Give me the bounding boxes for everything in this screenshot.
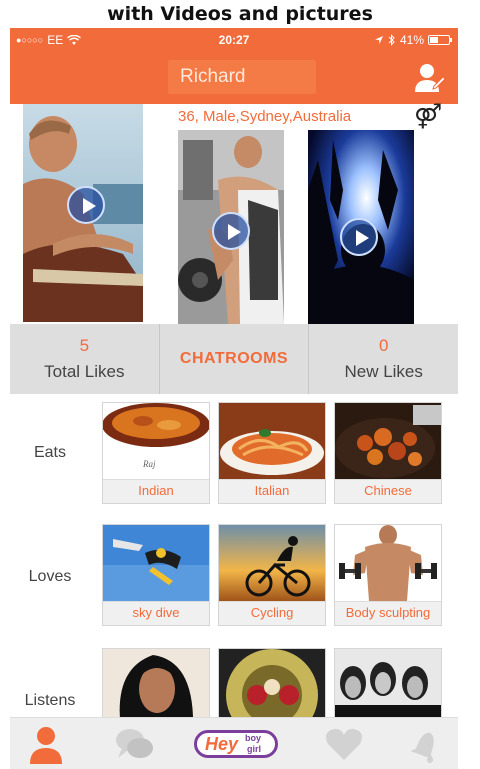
gender-icon: ⚤ <box>414 103 443 130</box>
loves-item-skydive[interactable]: sky dive <box>102 524 210 626</box>
listens-item-3[interactable] <box>334 648 442 728</box>
profile-tab-icon[interactable] <box>26 724 66 764</box>
logo-boy-text: boy <box>245 733 262 743</box>
play-icon[interactable] <box>340 218 378 256</box>
eats-item-label: Chinese <box>335 479 441 503</box>
eats-item-label: Italian <box>219 479 325 503</box>
italian-food-image <box>219 403 325 479</box>
eats-item-indian[interactable]: Raj Indian <box>102 402 210 504</box>
eats-item-italian[interactable]: Italian <box>218 402 326 504</box>
listens-label: Listens <box>24 692 76 709</box>
profile-name-field[interactable]: Richard <box>168 60 316 94</box>
eats-item-chinese[interactable]: Chinese <box>334 402 442 504</box>
bodysculpting-image <box>335 525 441 601</box>
bluetooth-icon <box>388 34 395 46</box>
logo-hey-text: Hey <box>205 734 239 754</box>
video-gym[interactable] <box>178 130 284 324</box>
new-likes-count: 0 <box>378 336 389 355</box>
loves-item-cycling[interactable]: Cycling <box>218 524 326 626</box>
battery-percent: 41% <box>399 33 424 47</box>
battery-icon <box>428 35 452 45</box>
location-arrow-icon <box>374 36 383 44</box>
loves-item-label: sky dive <box>103 601 209 625</box>
app-screen: ●○○○○ EE 20:27 41% Richard 36, Male,Sydn… <box>10 28 458 769</box>
chatrooms-button[interactable]: CHATROOMS <box>160 324 310 394</box>
cycling-image <box>219 525 325 601</box>
chat-tab-icon[interactable] <box>114 724 154 764</box>
chinese-food-image <box>335 403 441 479</box>
profile-info: 36, Male,Sydney,Australia <box>178 108 352 125</box>
edit-profile-icon[interactable] <box>412 60 446 94</box>
video-concert[interactable] <box>308 130 414 324</box>
status-bar: ●○○○○ EE 20:27 41% <box>10 28 458 52</box>
bell-tab-icon[interactable] <box>406 724 446 764</box>
eats-item-label: Indian <box>103 479 209 503</box>
skydive-image <box>103 525 209 601</box>
play-icon[interactable] <box>67 186 105 224</box>
listens-item-1[interactable] <box>102 648 210 728</box>
header-bar: Richard <box>10 52 458 104</box>
new-likes[interactable]: 0 New Likes <box>309 324 458 394</box>
caption-title: with Videos and pictures <box>107 3 373 25</box>
status-right: 41% <box>374 33 452 47</box>
video-guitar[interactable] <box>23 104 143 322</box>
total-likes[interactable]: 5 Total Likes <box>10 324 160 394</box>
listens-item-2[interactable] <box>218 648 326 728</box>
chatrooms-label: CHATROOMS <box>179 350 289 367</box>
new-likes-label: New Likes <box>344 362 423 381</box>
loves-item-bodysculpting[interactable]: Body sculpting <box>334 524 442 626</box>
tab-bar: Hey boy girl <box>10 717 458 769</box>
loves-item-label: Body sculpting <box>335 601 441 625</box>
loves-item-label: Cycling <box>219 601 325 625</box>
total-likes-count: 5 <box>79 336 90 355</box>
eats-label: Eats <box>33 444 66 461</box>
play-icon[interactable] <box>212 212 250 250</box>
stats-strip: 5 Total Likes CHATROOMS 0 New Likes <box>10 324 458 394</box>
total-likes-label: Total Likes <box>44 362 125 381</box>
hey-boy-girl-logo[interactable]: Hey boy girl <box>194 730 278 758</box>
logo-girl-text: girl <box>247 744 262 754</box>
loves-label: Loves <box>28 568 72 585</box>
indian-sign-text: Raj <box>142 459 156 469</box>
indian-food-image: Raj <box>103 403 209 479</box>
heart-tab-icon[interactable] <box>324 724 364 764</box>
